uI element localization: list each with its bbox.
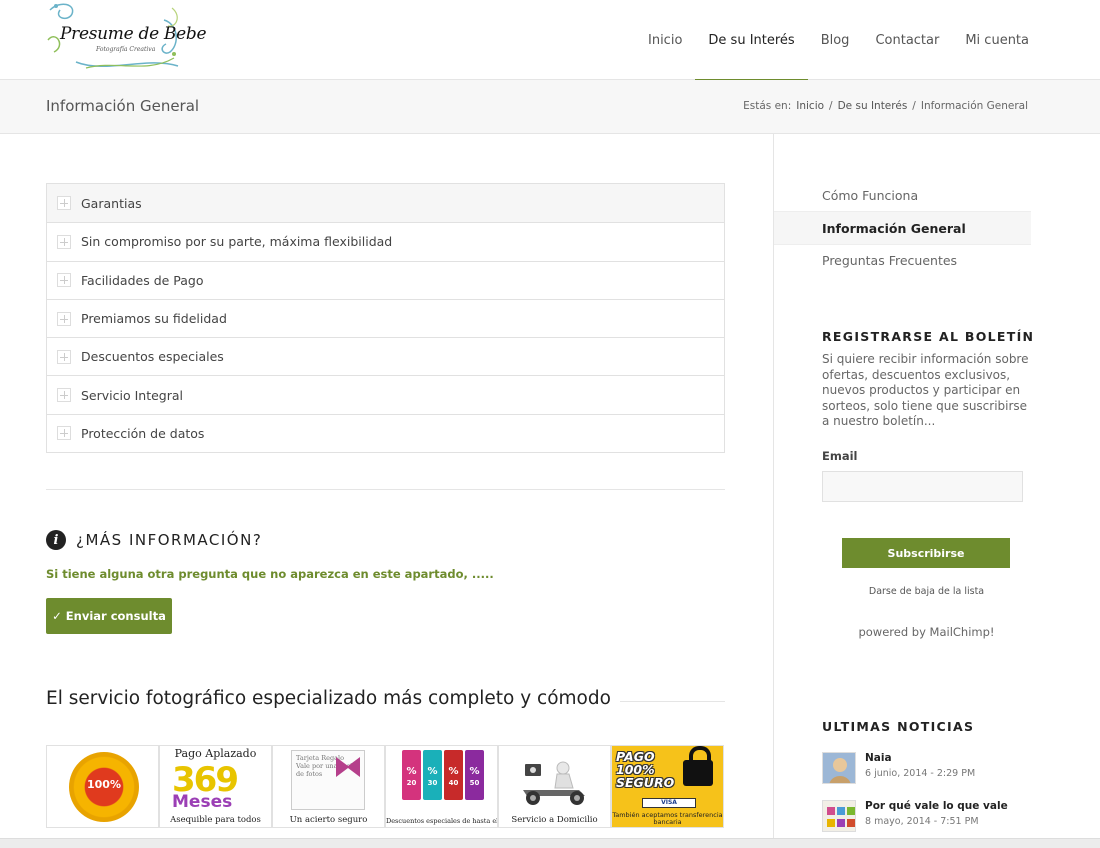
- subscribe-button[interactable]: Subscribirse: [842, 538, 1010, 568]
- accordion-label: Premiamos su fidelidad: [81, 311, 227, 327]
- badge-gift-card: Tarjeta Regalo Vale por una sesión de fo…: [272, 745, 385, 828]
- nav-item-mi-cuenta[interactable]: Mi cuenta: [952, 0, 1042, 80]
- main-nav: Inicio De su Interés Blog Contactar Mi c…: [635, 0, 1042, 81]
- badge-caption: Asequible para todos: [170, 815, 261, 825]
- news-headline: Por qué vale lo que vale: [865, 800, 1008, 812]
- plus-icon: [57, 349, 71, 364]
- breadcrumb-prefix: Estás en:: [743, 100, 792, 112]
- accordion-item-facilidades-pago[interactable]: Facilidades de Pago: [47, 260, 724, 299]
- accordion-label: Protección de datos: [81, 425, 205, 441]
- plus-icon: [57, 426, 71, 441]
- email-label: Email: [822, 449, 858, 463]
- discount-tag: % 20: [402, 750, 421, 800]
- plus-icon: [57, 311, 71, 326]
- more-info-text: Si tiene alguna otra pregunta que no apa…: [46, 567, 494, 581]
- accordion-item-proteccion-datos[interactable]: Protección de datos: [47, 413, 724, 452]
- sidebar-item-informacion-general[interactable]: Información General: [774, 211, 1031, 245]
- visa-logo: VISA: [642, 798, 696, 808]
- news-title: ULTIMAS NOTICIAS: [822, 719, 975, 734]
- accordion-item-servicio-integral[interactable]: Servicio Integral: [47, 375, 724, 413]
- news-date: 8 mayo, 2014 - 7:51 PM: [865, 816, 979, 827]
- badge-caption: También aceptamos transferencia bancaria: [612, 811, 723, 826]
- accordion-item-fidelidad[interactable]: Premiamos su fidelidad: [47, 298, 724, 337]
- plus-icon: [57, 234, 71, 249]
- scooter-icon: [523, 761, 585, 805]
- site-logo[interactable]: Presume de Bebe Fotografía Creativa: [46, 0, 207, 74]
- plus-icon: [57, 196, 71, 211]
- badge-secure-payment: PAGO 100% SEGURO VISA También aceptamos …: [611, 745, 724, 828]
- send-inquiry-button[interactable]: ✓ Enviar consulta: [46, 598, 172, 634]
- accordion-label: Sin compromiso por su parte, máxima flex…: [81, 234, 393, 250]
- accordion-label: Facilidades de Pago: [81, 272, 204, 288]
- sidebar-item-como-funciona[interactable]: Cómo Funciona: [774, 180, 1031, 211]
- accordion-label: Descuentos especiales: [81, 349, 224, 365]
- secure-payment-text: PAGO 100% SEGURO: [616, 749, 675, 790]
- gift-card-icon: Tarjeta Regalo Vale por una sesión de fo…: [291, 750, 365, 810]
- mailchimp-link[interactable]: powered by MailChimp!: [822, 625, 1031, 639]
- news-item[interactable]: Por qué vale lo que vale 8 mayo, 2014 - …: [822, 800, 1032, 834]
- sidebar-item-preguntas-frecuentes[interactable]: Preguntas Frecuentes: [774, 245, 1031, 276]
- news-thumbnail: [822, 800, 856, 832]
- site-header: Presume de Bebe Fotografía Creativa Inic…: [0, 0, 1100, 81]
- badge-caption: Servicio a Domicilio: [511, 815, 598, 825]
- breadcrumb-separator: /: [912, 100, 916, 112]
- more-info-title: ¿MÁS INFORMACIÓN?: [76, 531, 263, 549]
- logo-text: Presume de Bebe: [60, 24, 207, 44]
- breadcrumb-inicio[interactable]: Inicio: [796, 100, 824, 112]
- badge-caption: Descuentos especiales de hasta el 50%: [386, 817, 498, 825]
- badge-deferred-payment: Pago Aplazado 369 Meses Asequible para t…: [159, 745, 272, 828]
- news-headline: Naia: [865, 752, 892, 764]
- divider: [46, 489, 725, 490]
- months-label: Meses: [172, 792, 233, 812]
- info-icon: i: [46, 530, 66, 550]
- breadcrumb-separator: /: [829, 100, 833, 112]
- nav-item-de-su-interes[interactable]: De su Interés: [695, 0, 809, 81]
- badge-top-text: Pago Aplazado: [174, 747, 257, 760]
- divider: [620, 701, 725, 702]
- newsletter-text: Si quiere recibir información sobre ofer…: [822, 352, 1029, 428]
- accordion-item-garantias[interactable]: Garantias: [47, 184, 724, 223]
- email-field[interactable]: [822, 471, 1023, 502]
- browser-bottom-bar: [0, 838, 1100, 848]
- discount-tags-icon: % 20 % 30 % 40 % 50: [402, 750, 484, 800]
- news-date: 6 junio, 2014 - 2:29 PM: [865, 768, 976, 779]
- breadcrumb-current: Información General: [920, 100, 1028, 112]
- badge-home-service: Servicio a Domicilio: [498, 745, 611, 828]
- breadcrumb-de-su-interes[interactable]: De su Interés: [838, 100, 908, 112]
- nav-item-blog[interactable]: Blog: [808, 0, 863, 80]
- news-thumbnail: [822, 752, 856, 784]
- accordion-label: Servicio Integral: [81, 387, 184, 403]
- faq-accordion: Garantias Sin compromiso por su parte, m…: [46, 183, 725, 454]
- badge-satisfaction: 100%: [46, 745, 159, 828]
- plus-icon: [57, 273, 71, 288]
- accordion-item-descuentos[interactable]: Descuentos especiales: [47, 337, 724, 375]
- breadcrumb: Estás en: Inicio / De su Interés / Infor…: [743, 100, 1028, 112]
- more-info-heading: i ¿MÁS INFORMACIÓN?: [46, 530, 262, 550]
- plus-icon: [57, 388, 71, 403]
- newsletter-title: REGISTRARSE AL BOLETÍN: [822, 329, 1035, 344]
- title-bar: Información General Estás en: Inicio / D…: [0, 80, 1100, 134]
- padlock-icon: [683, 746, 713, 786]
- seal-text: 100%: [87, 778, 121, 791]
- accordion-label: Garantias: [81, 195, 142, 211]
- nav-item-contactar[interactable]: Contactar: [862, 0, 952, 80]
- accordion-item-sin-compromiso[interactable]: Sin compromiso por su parte, máxima flex…: [47, 222, 724, 260]
- news-item[interactable]: Naia 6 junio, 2014 - 2:29 PM: [822, 752, 1032, 786]
- badge-caption: Un acierto seguro: [289, 815, 368, 825]
- discount-tag: % 30: [423, 750, 442, 800]
- badge-discounts: % 20 % 30 % 40 % 50 Descuentos especiales de…: [385, 745, 498, 828]
- page-title: Información General: [46, 97, 200, 115]
- unsubscribe-link[interactable]: Darse de baja de la lista: [822, 586, 1031, 597]
- services-title: El servicio fotográfico especializado má…: [46, 688, 611, 709]
- service-badges: 100% Pago Aplazado 369 Meses Asequible p…: [46, 745, 725, 828]
- logo-subtitle: Fotografía Creativa: [96, 46, 156, 53]
- sidebar-nav: Cómo Funciona Información General Pregun…: [774, 180, 1031, 276]
- discount-tag: % 50: [465, 750, 484, 800]
- discount-tag: % 40: [444, 750, 463, 800]
- nav-item-inicio[interactable]: Inicio: [635, 0, 695, 80]
